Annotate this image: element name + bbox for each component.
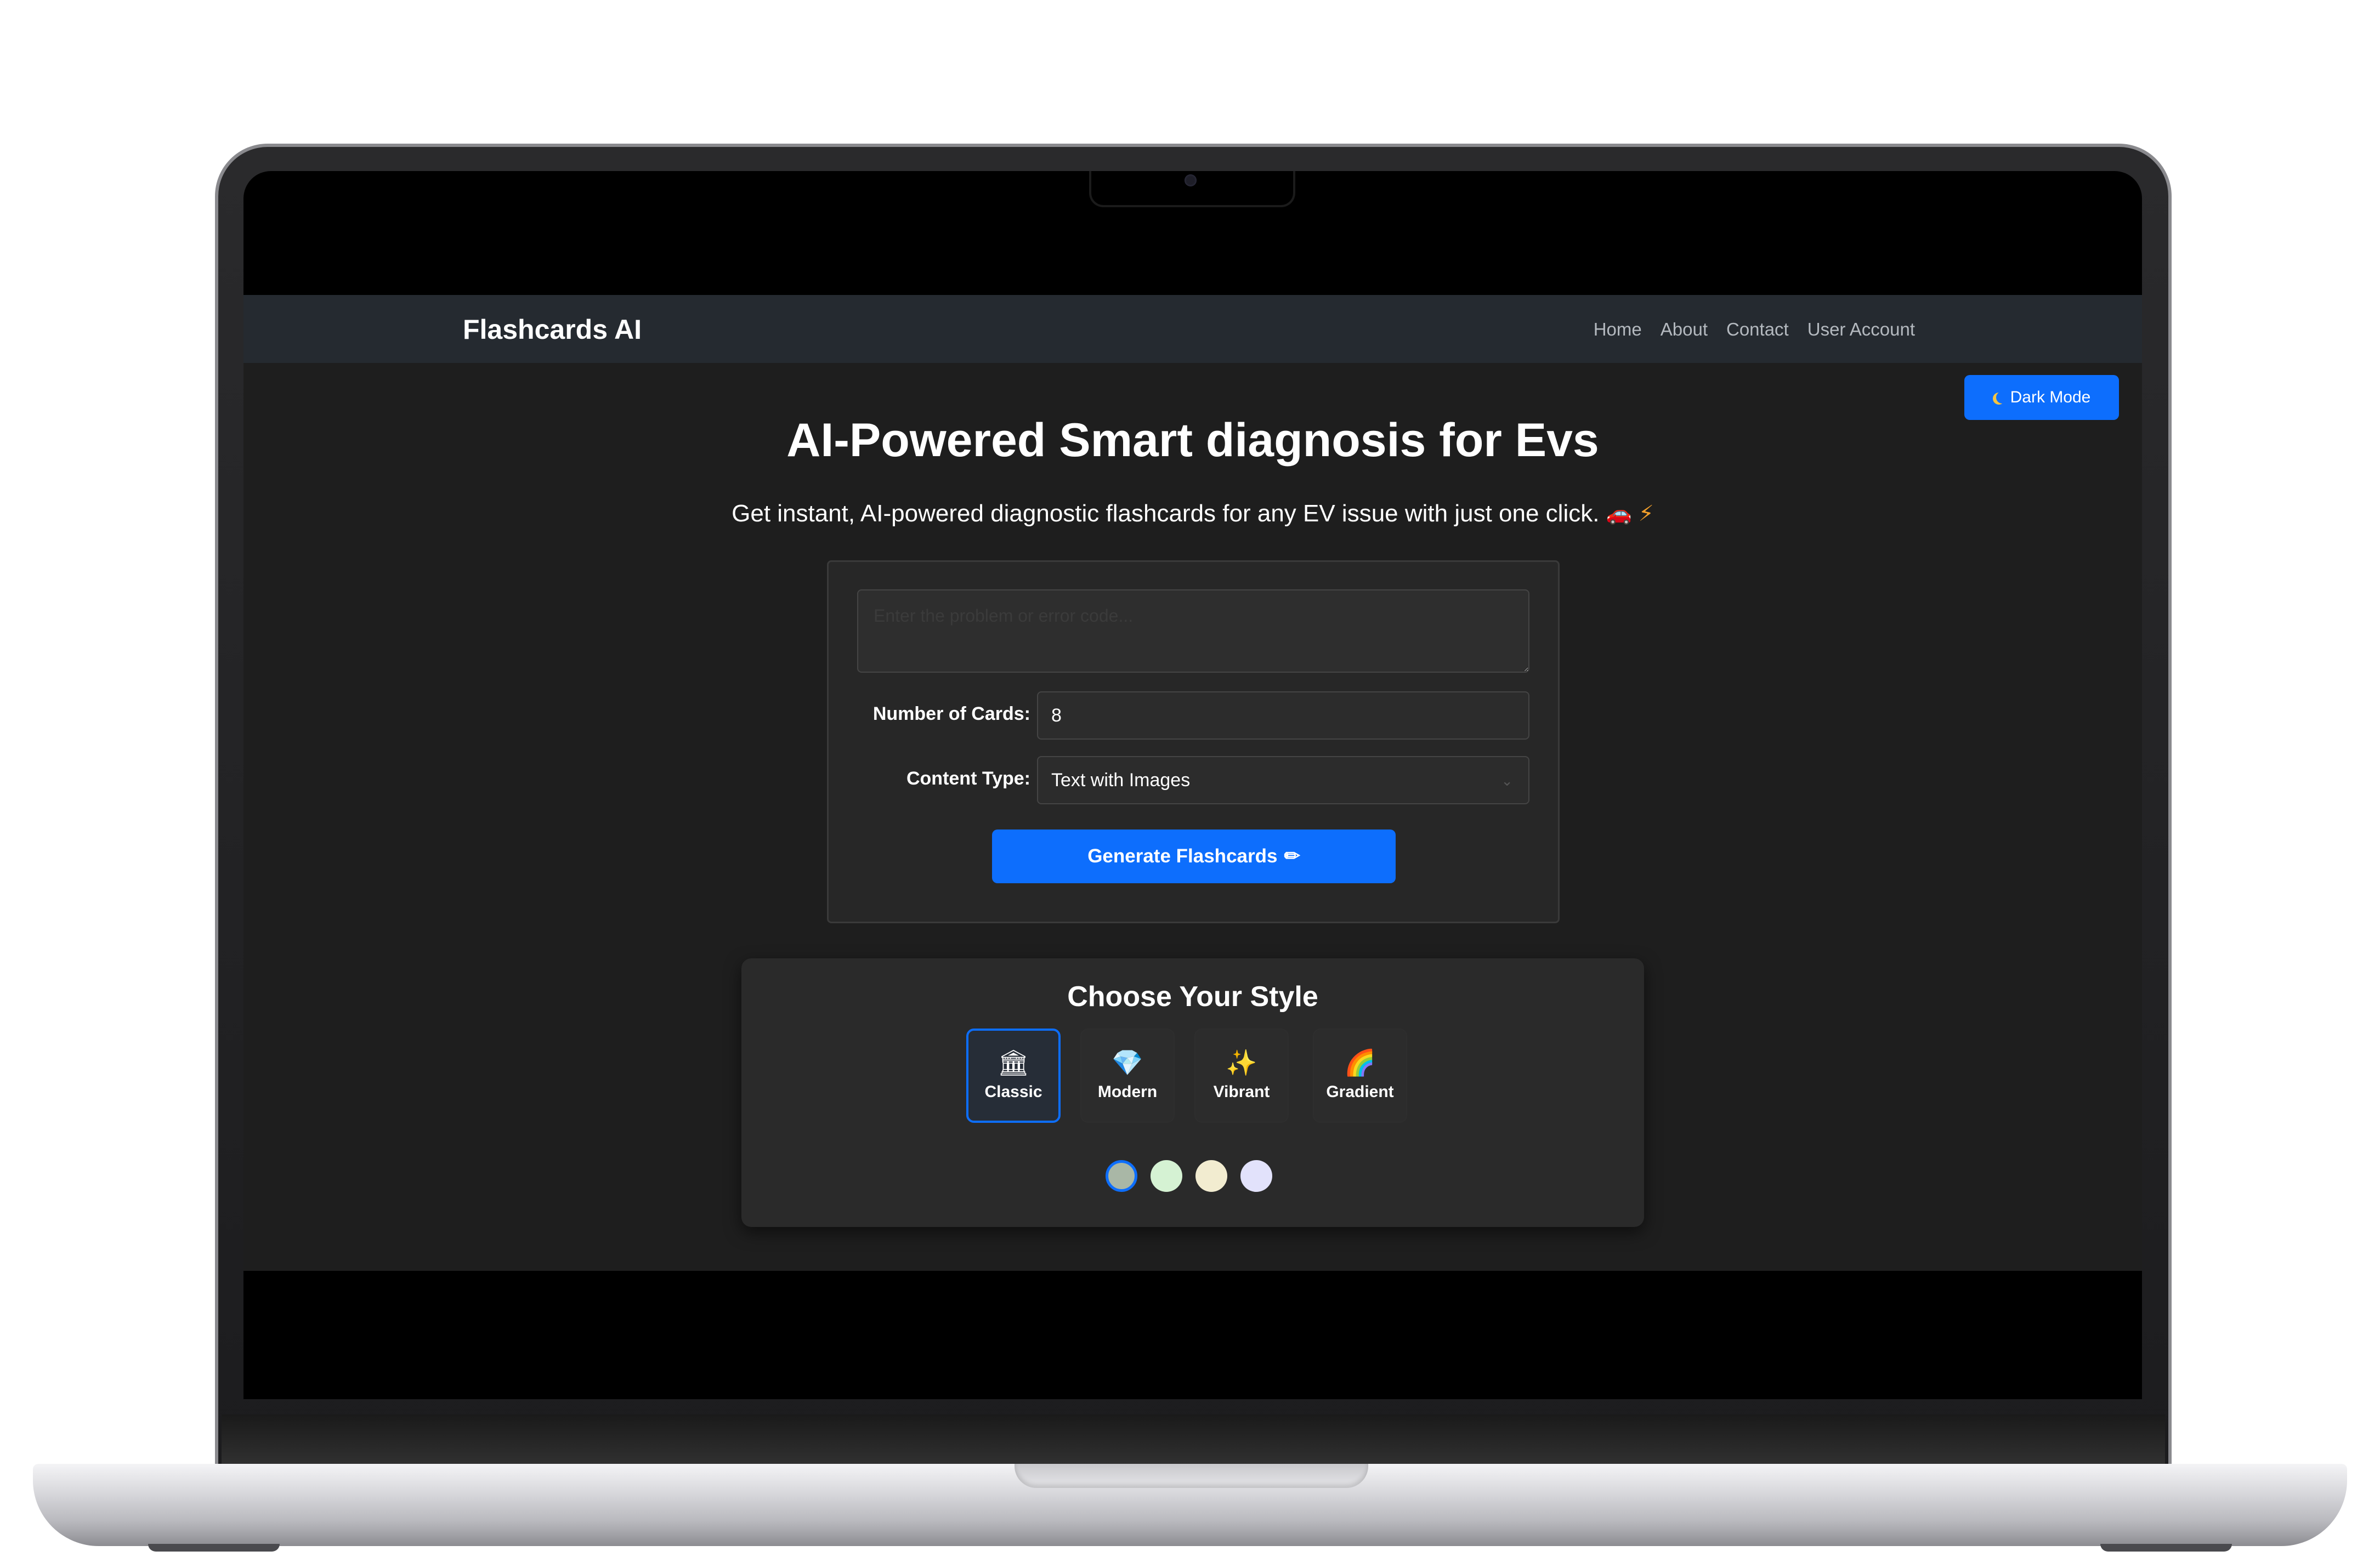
style-option-modern[interactable]: 💎 Modern: [1080, 1029, 1175, 1123]
navbar: Flashcards AI Home About Contact User Ac…: [243, 295, 2142, 363]
app-screen: Flashcards AI Home About Contact User Ac…: [243, 295, 2142, 1271]
sparkles-icon: ✨: [1226, 1048, 1257, 1077]
style-option-gradient[interactable]: 🌈 Gradient: [1313, 1029, 1407, 1123]
dark-mode-label: Dark Mode: [2010, 388, 2091, 406]
subtitle-text: Get instant, AI-powered diagnostic flash…: [732, 500, 1600, 527]
style-picker: Choose Your Style 🏛 Classic 💎 Modern ✨ V…: [741, 958, 1644, 1227]
rainbow-icon: 🌈: [1344, 1048, 1376, 1077]
style-option-label: Modern: [1097, 1083, 1158, 1101]
generate-flashcards-button[interactable]: Generate Flashcards ✏: [992, 830, 1396, 883]
gem-icon: 💎: [1112, 1048, 1143, 1077]
brand-logo[interactable]: Flashcards AI: [463, 314, 642, 345]
cards-count-label: Number of Cards:: [872, 703, 1030, 724]
moon-icon: [1996, 391, 2008, 404]
laptop-foot-left: [148, 1544, 280, 1552]
style-option-label: Vibrant: [1213, 1083, 1270, 1101]
flashcard-form: Number of Cards: 8 Content Type: Text wi…: [827, 560, 1560, 923]
color-swatch[interactable]: [1240, 1160, 1272, 1192]
content-type-select[interactable]: Text with Images ⌄: [1037, 756, 1529, 804]
pencil-icon: ✏: [1284, 845, 1300, 867]
content-type-row: Content Type: Text with Images ⌄: [829, 756, 1561, 804]
cards-count-input[interactable]: 8: [1037, 691, 1529, 740]
content-type-label: Content Type:: [906, 768, 1030, 789]
page-title: AI-Powered Smart diagnosis for Evs: [786, 414, 1599, 467]
lightning-icon: ⚡: [1638, 502, 1654, 526]
content-type-value: Text with Images: [1051, 769, 1191, 791]
nav-link-home[interactable]: Home: [1594, 319, 1642, 340]
laptop-hinge: [222, 1414, 2165, 1464]
style-picker-title: Choose Your Style: [1067, 981, 1318, 1013]
car-icon: 🚗: [1606, 502, 1632, 525]
nav-link-about[interactable]: About: [1661, 319, 1708, 340]
problem-input[interactable]: [857, 589, 1529, 673]
nav-link-contact[interactable]: Contact: [1726, 319, 1789, 340]
color-swatch[interactable]: [1195, 1160, 1227, 1192]
generate-label: Generate Flashcards: [1087, 845, 1278, 867]
style-option-label: Classic: [984, 1083, 1042, 1101]
chevron-down-icon: ⌄: [1501, 772, 1513, 789]
laptop-opening-notch: [1015, 1464, 1368, 1488]
color-swatch[interactable]: [1106, 1160, 1137, 1192]
cards-count-row: Number of Cards: 8: [829, 691, 1561, 740]
page-subtitle: Get instant, AI-powered diagnostic flash…: [243, 500, 2142, 527]
laptop-foot-right: [2100, 1544, 2232, 1552]
nav-links: Home About Contact User Account: [1594, 319, 1915, 340]
style-option-vibrant[interactable]: ✨ Vibrant: [1194, 1029, 1289, 1123]
color-swatch[interactable]: [1151, 1160, 1182, 1192]
camera-icon: [1185, 174, 1197, 186]
style-option-label: Gradient: [1326, 1083, 1394, 1101]
nav-link-user-account[interactable]: User Account: [1807, 319, 1915, 340]
cards-count-value: 8: [1051, 705, 1062, 726]
classical-building-icon: 🏛: [997, 1048, 1030, 1077]
style-option-classic[interactable]: 🏛 Classic: [966, 1029, 1061, 1123]
